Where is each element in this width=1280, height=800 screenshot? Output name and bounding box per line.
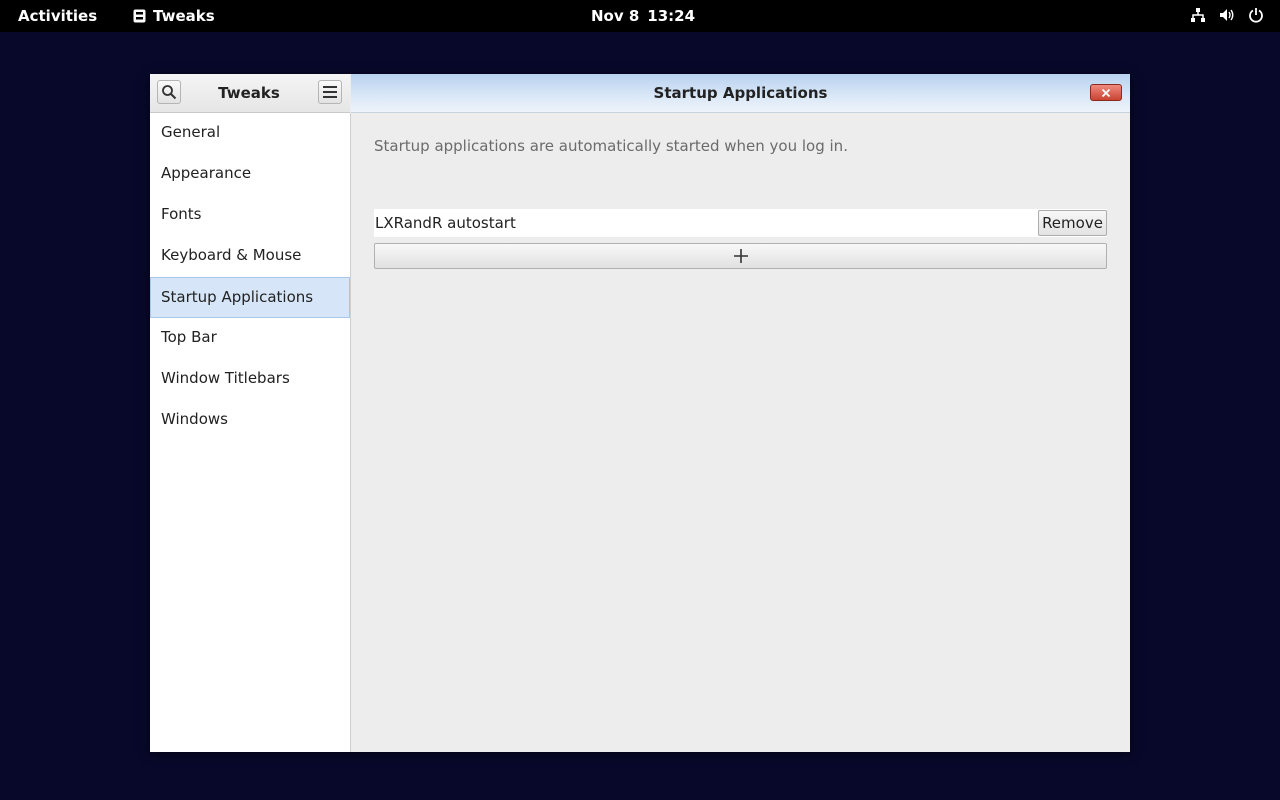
remove-button[interactable]: Remove — [1038, 210, 1107, 236]
main-header: Startup Applications — [351, 74, 1130, 113]
close-button[interactable] — [1090, 84, 1122, 101]
page-title: Startup Applications — [653, 84, 828, 102]
network-icon — [1191, 8, 1205, 22]
menu-button[interactable] — [318, 80, 342, 104]
sidebar: General Appearance Fonts Keyboard & Mous… — [150, 113, 351, 752]
hamburger-menu-icon — [323, 86, 337, 98]
activities-button[interactable]: Activities — [18, 7, 97, 25]
sidebar-item-general[interactable]: General — [150, 113, 350, 154]
sidebar-item-fonts[interactable]: Fonts — [150, 195, 350, 236]
sidebar-item-windows[interactable]: Windows — [150, 400, 350, 441]
sidebar-item-startup-applications[interactable]: Startup Applications — [150, 277, 350, 318]
content-panel: Startup applications are automatically s… — [351, 113, 1130, 752]
sidebar-header: Tweaks — [150, 74, 350, 113]
startup-app-row: LXRandR autostart Remove — [374, 209, 1107, 237]
plus-icon — [733, 249, 748, 263]
close-icon — [1101, 88, 1111, 97]
add-startup-app-button[interactable] — [374, 243, 1107, 269]
tweaks-window: Tweaks Startup Applications General Appe… — [150, 74, 1130, 752]
app-menu[interactable]: Tweaks — [133, 7, 215, 25]
sidebar-item-keyboard-mouse[interactable]: Keyboard & Mouse — [150, 236, 350, 277]
search-icon — [162, 85, 177, 100]
description-text: Startup applications are automatically s… — [374, 137, 848, 155]
app-menu-label: Tweaks — [153, 7, 215, 25]
startup-app-name: LXRandR autostart — [375, 214, 516, 232]
power-icon — [1249, 8, 1263, 23]
clock-time: 13:24 — [647, 7, 696, 25]
system-status-area[interactable] — [1190, 7, 1264, 23]
tweaks-app-icon — [133, 9, 146, 23]
volume-icon — [1220, 9, 1234, 21]
clock-date: Nov 8 — [591, 7, 640, 25]
clock[interactable]: Nov 8 13:24 — [591, 7, 695, 25]
sidebar-title: Tweaks — [218, 84, 280, 102]
sidebar-item-window-titlebars[interactable]: Window Titlebars — [150, 359, 350, 400]
sidebar-item-top-bar[interactable]: Top Bar — [150, 318, 350, 359]
search-button[interactable] — [157, 80, 181, 104]
sidebar-item-appearance[interactable]: Appearance — [150, 154, 350, 195]
top-bar: Activities Tweaks Nov 8 13:24 — [0, 0, 1280, 32]
